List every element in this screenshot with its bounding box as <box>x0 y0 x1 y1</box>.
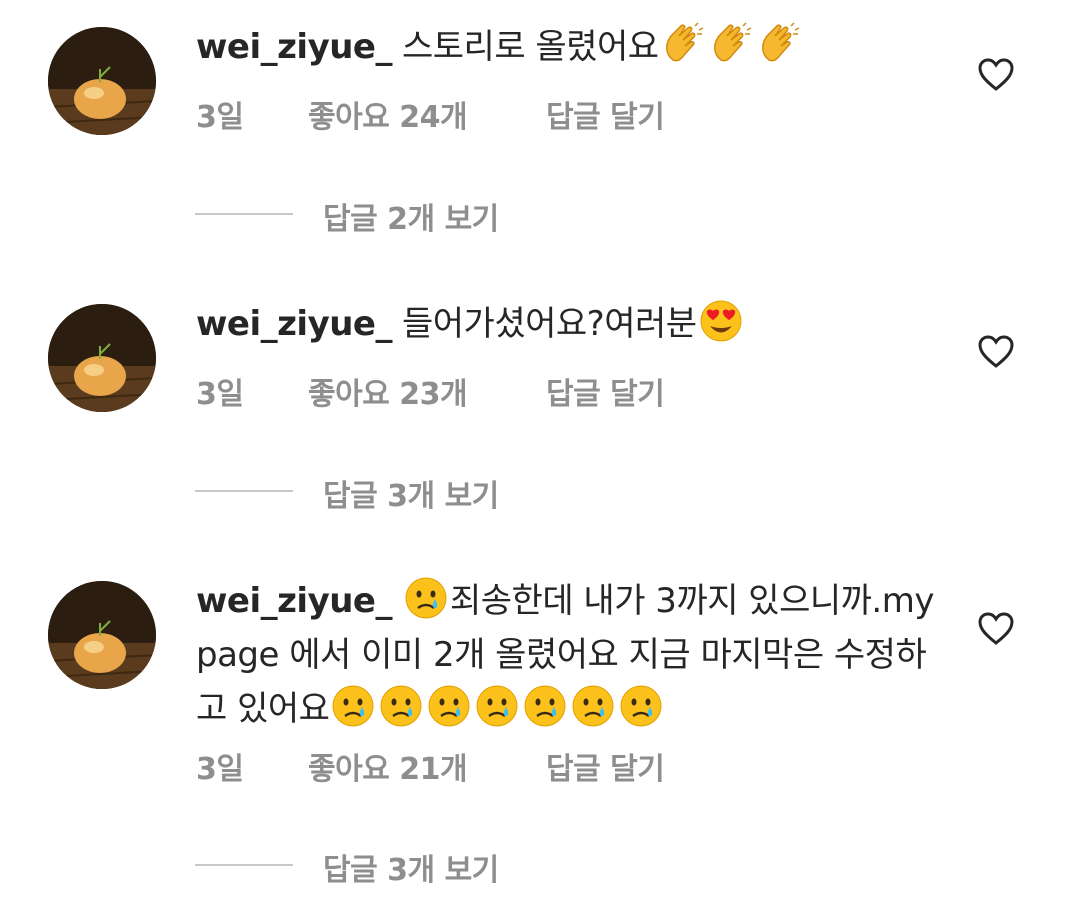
crying-face-icon <box>331 684 375 728</box>
view-replies-label: 답글 2개 보기 <box>323 202 499 237</box>
heart-icon[interactable] <box>978 58 1014 92</box>
comment-time[interactable]: 3일 <box>196 744 244 788</box>
heart-icon[interactable] <box>978 612 1014 646</box>
comment-text: wei_ziyue_ 죄송한데 내가 3까지 있으니까.my page 에서 이미… <box>196 574 941 736</box>
comment-body: wei_ziyue_ 들어가셨어요?여러분 <box>196 297 941 351</box>
comment-text: wei_ziyue_ 스토리로 올렸어요 <box>196 20 941 74</box>
comment-message: 스토리로 올렸어요 <box>402 27 659 67</box>
reply-button[interactable]: 답글 달기 <box>546 369 665 413</box>
view-replies-button[interactable]: 답글 2개 보기 <box>195 194 595 237</box>
username-link[interactable]: wei_ziyue_ <box>196 304 393 344</box>
username-link[interactable]: wei_ziyue_ <box>196 27 393 67</box>
heart-icon[interactable] <box>978 335 1014 369</box>
comment-body: wei_ziyue_ 스토리로 올렸어요 <box>196 20 941 74</box>
clapping-hands-icon <box>661 22 705 66</box>
avatar[interactable] <box>48 304 156 412</box>
replies-divider <box>195 213 293 215</box>
view-replies-button[interactable]: 답글 3개 보기 <box>195 471 595 514</box>
view-replies-button[interactable]: 답글 3개 보기 <box>195 845 595 888</box>
comment-body: wei_ziyue_ 죄송한데 내가 3까지 있으니까.my page 에서 이미… <box>196 574 941 736</box>
reply-button[interactable]: 답글 달기 <box>546 744 665 788</box>
likes-count[interactable]: 좋아요 23개 <box>308 369 468 413</box>
likes-count[interactable]: 좋아요 24개 <box>308 92 468 136</box>
view-replies-label: 답글 3개 보기 <box>323 479 499 514</box>
comment-message: 들어가셨어요?여러분 <box>402 304 697 344</box>
heart-eyes-icon <box>699 299 743 343</box>
avatar[interactable] <box>48 581 156 689</box>
crying-face-icon <box>475 684 519 728</box>
crying-face-icon <box>523 684 567 728</box>
reply-button[interactable]: 답글 달기 <box>546 92 665 136</box>
replies-divider <box>195 490 293 492</box>
clapping-hands-icon <box>757 22 801 66</box>
clapping-hands-icon <box>709 22 753 66</box>
username-link[interactable]: wei_ziyue_ <box>196 581 393 621</box>
comment-text: wei_ziyue_ 들어가셨어요?여러분 <box>196 297 941 351</box>
avatar[interactable] <box>48 27 156 135</box>
view-replies-label: 답글 3개 보기 <box>323 853 499 888</box>
crying-face-icon <box>619 684 663 728</box>
comment-time[interactable]: 3일 <box>196 369 244 413</box>
replies-divider <box>195 864 293 866</box>
crying-face-icon <box>379 684 423 728</box>
comment-time[interactable]: 3일 <box>196 92 244 136</box>
likes-count[interactable]: 좋아요 21개 <box>308 744 468 788</box>
crying-face-icon <box>427 684 471 728</box>
crying-face-icon <box>571 684 615 728</box>
crying-face-icon <box>404 576 448 620</box>
